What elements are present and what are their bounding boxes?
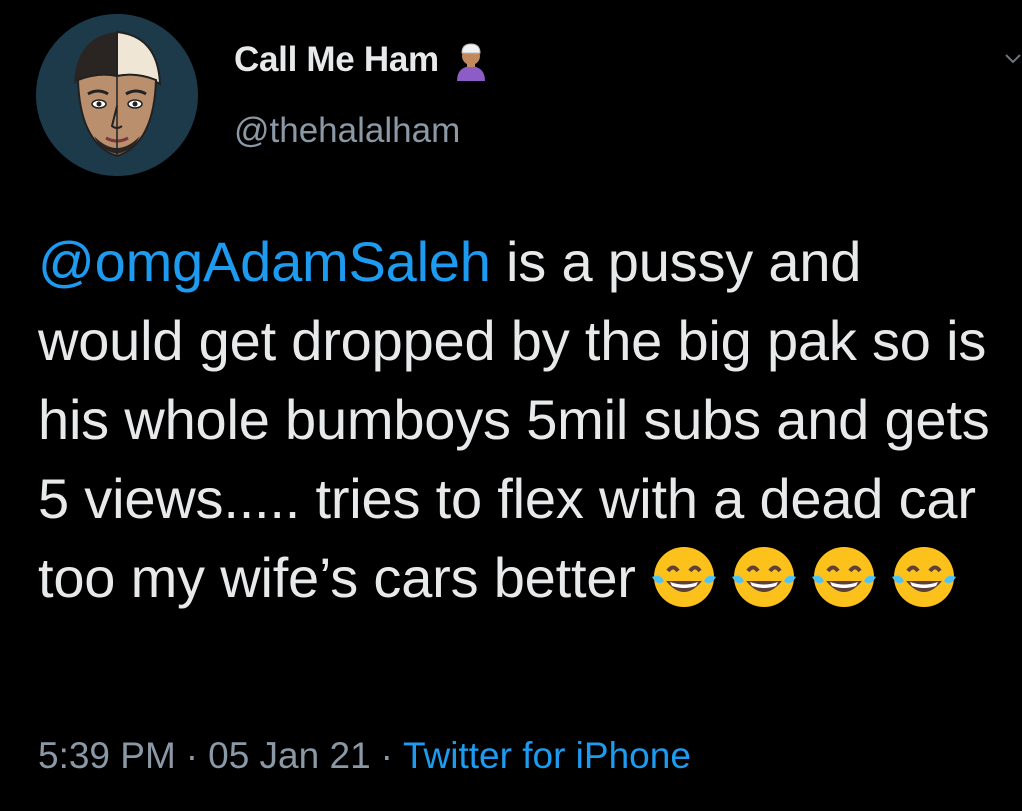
author-handle[interactable]: @thehalalham — [234, 111, 460, 151]
avatar[interactable] — [36, 14, 198, 176]
tweet-meta: 5:39 PM · 05 Jan 21 · Twitter for iPhone — [38, 735, 691, 777]
face-with-tears-of-joy-icon — [811, 547, 876, 607]
mention-link[interactable]: @omgAdamSaleh — [38, 230, 491, 293]
face-with-tears-of-joy-icon — [891, 547, 956, 607]
tweet-time[interactable]: 5:39 PM — [38, 735, 176, 776]
cartoon-face-avatar-icon — [36, 14, 198, 176]
tweet-date[interactable]: 05 Jan 21 — [208, 735, 371, 776]
tweet-text: @omgAdamSaleh is a pussy and would get d… — [38, 222, 1008, 617]
face-with-tears-of-joy-icon — [651, 547, 716, 607]
meta-separator: · — [185, 735, 199, 776]
tweet-card: Call Me Ham @thehalalham @omgAdamSaleh i… — [0, 0, 1022, 811]
tweet-source-link[interactable]: Twitter for iPhone — [403, 735, 691, 776]
face-with-tears-of-joy-icon — [731, 547, 796, 607]
meta-separator: · — [380, 735, 393, 776]
person-with-skullcap-emoji-icon — [456, 43, 485, 81]
chevron-down-icon[interactable] — [1004, 50, 1022, 68]
author-name-row[interactable]: Call Me Ham — [234, 38, 491, 82]
author-display-name[interactable]: Call Me Ham — [234, 40, 439, 80]
emoji-row — [648, 541, 968, 613]
